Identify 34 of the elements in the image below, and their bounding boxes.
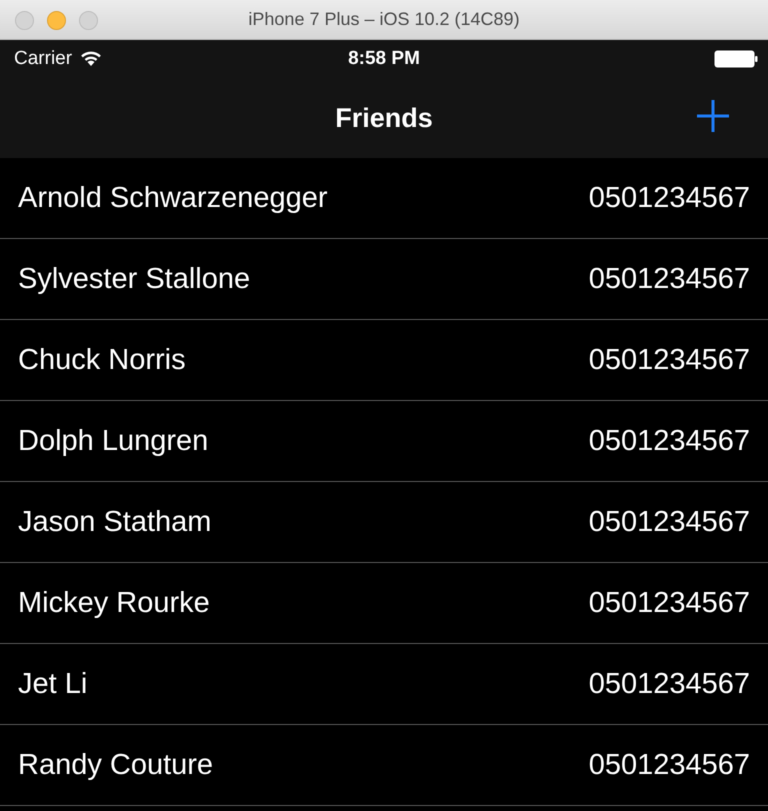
contact-phone: 0501234567 [588, 182, 750, 214]
contact-name: Arnold Schwarzenegger [18, 182, 328, 214]
contact-row[interactable]: Arnold Schwarzenegger 0501234567 [0, 158, 768, 239]
zoom-button[interactable] [79, 11, 98, 30]
contact-row[interactable]: Sylvester Stallone 0501234567 [0, 239, 768, 320]
contact-phone: 0501234567 [588, 424, 750, 458]
window-title: iPhone 7 Plus – iOS 10.2 (14C89) [248, 9, 520, 30]
nav-title: Friends [335, 102, 433, 134]
contact-row[interactable]: Dolph Lungren 0501234567 [0, 401, 768, 482]
contact-phone: 0501234567 [588, 586, 750, 620]
contact-row[interactable]: Randy Couture 0501234567 [0, 725, 768, 806]
contact-name: Sylvester Stallone [18, 262, 250, 296]
contact-row[interactable]: Chuck Norris 0501234567 [0, 320, 768, 401]
battery-icon [714, 50, 758, 68]
contact-row[interactable]: Jason Statham 0501234567 [0, 482, 768, 563]
contact-phone: 0501234567 [588, 748, 750, 782]
carrier-label: Carrier [14, 48, 72, 70]
contact-name: Mickey Rourke [18, 586, 210, 620]
contact-phone: 0501234567 [588, 668, 750, 700]
close-button[interactable] [15, 11, 34, 30]
contact-phone: 0501234567 [588, 262, 750, 296]
contact-name: Chuck Norris [18, 344, 186, 376]
contact-row[interactable]: Mickey Rourke 0501234567 [0, 563, 768, 644]
contact-phone: 0501234567 [588, 506, 750, 538]
contact-phone: 0501234567 [588, 344, 750, 376]
contact-name: Dolph Lungren [18, 424, 208, 458]
contact-name: Randy Couture [18, 748, 214, 782]
minimize-button[interactable] [47, 11, 66, 30]
add-icon[interactable] [696, 99, 730, 133]
contact-name: Jet Li [18, 668, 88, 700]
contact-row[interactable]: Jet Li 0501234567 [0, 644, 768, 725]
contact-name: Jason Statham [18, 506, 212, 538]
wifi-icon [80, 51, 102, 67]
status-time: 8:58 PM [348, 48, 420, 70]
